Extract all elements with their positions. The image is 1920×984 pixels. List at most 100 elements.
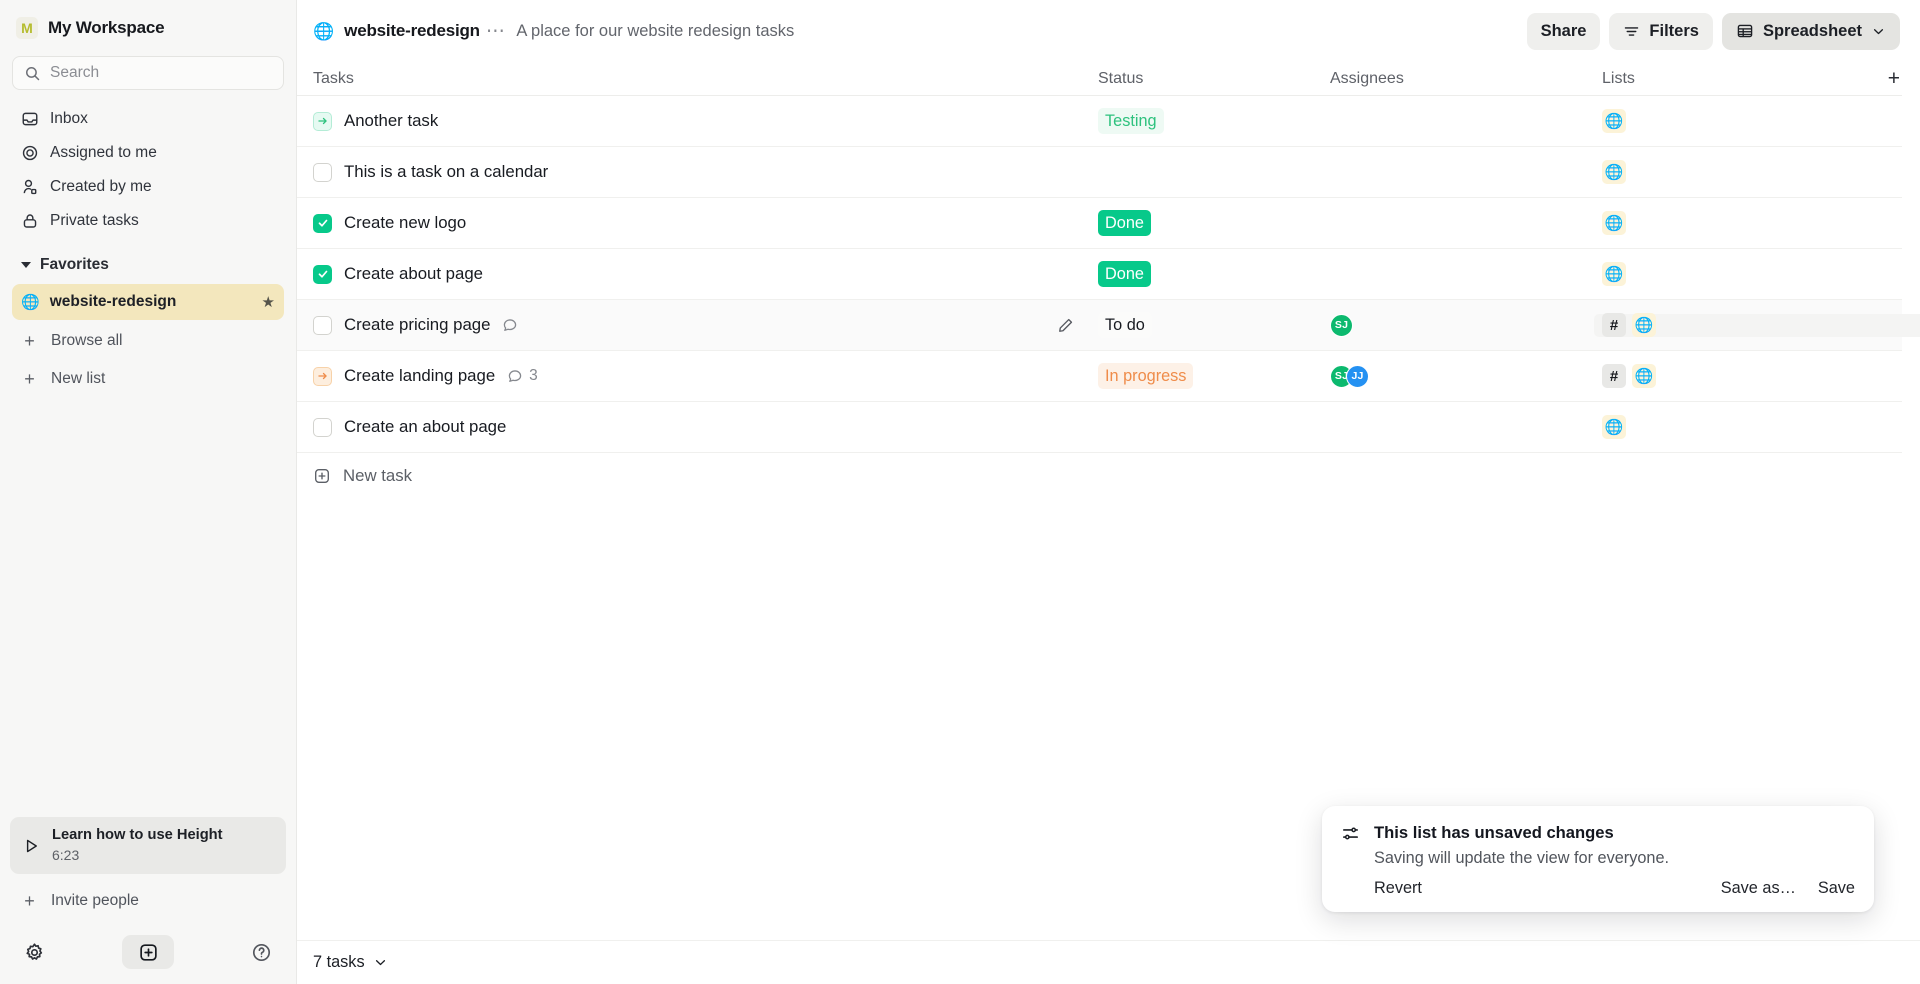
lists-cell[interactable]: 🌐: [1602, 109, 1834, 133]
sidebar-item-private-tasks[interactable]: Private tasks: [12, 204, 284, 238]
workspace-avatar: M: [16, 17, 38, 39]
globe-icon[interactable]: 🌐: [1602, 160, 1626, 184]
new-list-label: New list: [51, 370, 106, 387]
view-label: Spreadsheet: [1762, 21, 1862, 40]
list-options-button[interactable]: ⋯: [480, 22, 513, 41]
chevron-down-icon: [373, 955, 388, 970]
task-name: Create new logo: [344, 213, 467, 232]
browse-all-button[interactable]: + Browse all: [12, 324, 284, 358]
globe-icon[interactable]: 🌐: [1602, 211, 1626, 235]
sidebar-item-inbox[interactable]: Inbox: [12, 102, 284, 136]
avatar[interactable]: JJ: [1346, 364, 1369, 388]
lists-cell[interactable]: # 🌐: [1602, 364, 1834, 388]
pencil-icon[interactable]: [1057, 317, 1074, 334]
revert-button[interactable]: Revert: [1374, 879, 1422, 898]
learn-card-title: Learn how to use Height: [52, 827, 223, 844]
lists-cell[interactable]: 🌐: [1602, 211, 1834, 235]
sidebar-item-label: Assigned to me: [50, 144, 157, 161]
hash-icon[interactable]: #: [1602, 364, 1626, 388]
task-checkbox[interactable]: [313, 162, 332, 182]
table-row[interactable]: Create about page Done 🌐: [297, 249, 1902, 300]
column-header-status[interactable]: Status: [1098, 70, 1330, 88]
table-header-row: Tasks Status Assignees Lists +: [297, 62, 1902, 96]
sidebar-nav: Inbox Assigned to me Created by me Priva…: [0, 100, 296, 238]
sidebar-item-label: Private tasks: [50, 212, 139, 229]
assignees-cell[interactable]: SJ JJ: [1330, 364, 1602, 388]
sliders-icon: [1341, 821, 1360, 898]
sidebar-item-created-by-me[interactable]: Created by me: [12, 170, 284, 204]
learn-how-to-use-height-card[interactable]: Learn how to use Height 6:23: [10, 817, 286, 874]
favorites-section-header[interactable]: Favorites: [12, 248, 284, 282]
sidebar-item-label: Inbox: [50, 110, 88, 127]
plus-square-icon: [313, 467, 331, 485]
table-row[interactable]: Create an about page 🌐: [297, 402, 1902, 453]
unsaved-changes-toast: This list has unsaved changes Saving wil…: [1322, 805, 1874, 912]
question-circle-icon[interactable]: [251, 942, 272, 963]
plus-square-icon[interactable]: [122, 935, 174, 969]
table-row[interactable]: Create new logo Done 🌐: [297, 198, 1902, 249]
table-row[interactable]: Create landing page 3 In progress SJ JJ: [297, 351, 1902, 402]
search-input[interactable]: Search: [12, 56, 284, 90]
task-checkbox[interactable]: [313, 315, 332, 335]
task-status-arrow-icon[interactable]: [313, 366, 332, 386]
save-button[interactable]: Save: [1818, 879, 1855, 898]
table-row[interactable]: Another task Testing 🌐: [297, 96, 1902, 147]
task-status-arrow-icon[interactable]: [313, 111, 332, 131]
globe-icon[interactable]: 🌐: [1632, 364, 1656, 388]
star-icon[interactable]: ★: [262, 293, 275, 311]
sidebar-item-assigned-to-me[interactable]: Assigned to me: [12, 136, 284, 170]
breadcrumb[interactable]: 🌐 website-redesign: [313, 21, 480, 41]
task-checkbox[interactable]: [313, 213, 332, 233]
column-header-lists[interactable]: Lists: [1602, 70, 1834, 88]
lists-cell[interactable]: 🌐: [1602, 415, 1834, 439]
column-header-tasks[interactable]: Tasks: [313, 70, 1098, 88]
globe-icon[interactable]: 🌐: [1632, 313, 1656, 337]
invite-people-button[interactable]: + Invite people: [12, 884, 284, 918]
toast-title: This list has unsaved changes: [1374, 822, 1614, 842]
workspace-switcher[interactable]: M My Workspace: [0, 0, 296, 52]
lists-cell[interactable]: # 🌐: [1594, 313, 1920, 337]
comment-icon[interactable]: [502, 317, 518, 333]
plus-icon: +: [24, 331, 35, 351]
save-as-button[interactable]: Save as…: [1721, 879, 1796, 898]
favorites-label: Favorites: [40, 256, 109, 273]
task-name: Create pricing page: [344, 315, 491, 334]
share-button[interactable]: Share: [1526, 12, 1601, 50]
globe-icon[interactable]: 🌐: [1602, 262, 1626, 286]
filters-button[interactable]: Filters: [1609, 12, 1713, 50]
add-column-button[interactable]: +: [1834, 68, 1902, 89]
sidebar-item-label: Created by me: [50, 178, 152, 195]
gear-icon[interactable]: [24, 942, 45, 963]
new-task-button[interactable]: New task: [297, 453, 1902, 499]
status-badge[interactable]: Done: [1098, 261, 1151, 287]
assignees-cell[interactable]: SJ: [1330, 313, 1602, 337]
status-badge[interactable]: In progress: [1098, 363, 1194, 389]
new-list-button[interactable]: + New list: [12, 362, 284, 396]
globe-icon[interactable]: 🌐: [1602, 415, 1626, 439]
app-root: M My Workspace Search Inbox Assigned to …: [0, 0, 1920, 984]
lists-cell[interactable]: 🌐: [1602, 160, 1834, 184]
sidebar-item-website-redesign[interactable]: 🌐 website-redesign ★: [12, 284, 284, 320]
task-name: Create an about page: [344, 417, 507, 436]
task-name: Create about page: [344, 264, 484, 283]
task-checkbox[interactable]: [313, 417, 332, 437]
status-badge[interactable]: Done: [1098, 210, 1151, 236]
table-row[interactable]: This is a task on a calendar 🌐: [297, 147, 1902, 198]
avatar[interactable]: SJ: [1330, 313, 1353, 337]
status-badge[interactable]: To do: [1098, 312, 1152, 338]
search-placeholder: Search: [50, 64, 100, 81]
view-switcher-button[interactable]: Spreadsheet: [1721, 12, 1900, 50]
hash-icon[interactable]: #: [1602, 313, 1626, 337]
globe-icon[interactable]: 🌐: [1602, 109, 1626, 133]
task-count-button[interactable]: 7 tasks: [313, 953, 388, 972]
learn-card-duration: 6:23: [52, 847, 80, 864]
comment-count[interactable]: 3: [507, 367, 538, 385]
list-description: A place for our website redesign tasks: [516, 21, 795, 40]
lists-cell[interactable]: 🌐: [1602, 262, 1834, 286]
globe-icon: 🌐: [313, 21, 335, 41]
table-row[interactable]: Create pricing page To do SJ # 🌐: [297, 300, 1920, 351]
column-header-assignees[interactable]: Assignees: [1330, 70, 1602, 88]
task-checkbox[interactable]: [313, 264, 332, 284]
status-badge[interactable]: Testing: [1098, 108, 1164, 134]
page-title: website-redesign: [344, 21, 480, 40]
